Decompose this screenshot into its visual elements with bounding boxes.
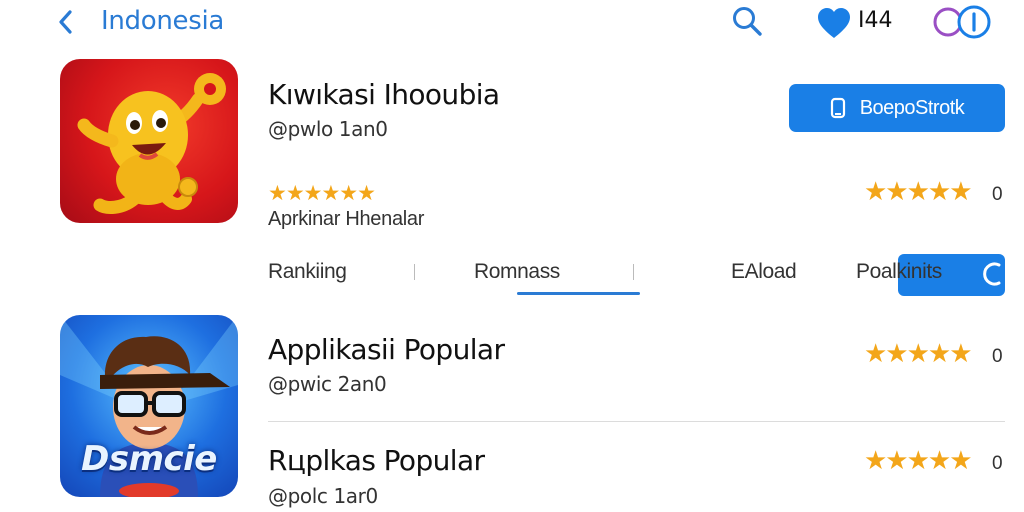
rating-stars: ★★★★★ bbox=[864, 338, 973, 368]
rating-stars: ★★★★★ bbox=[864, 445, 973, 475]
featured-app-category: Aprkinar Hhenalar bbox=[268, 208, 425, 230]
mascot-icon bbox=[77, 73, 226, 214]
rating-count: 0 bbox=[992, 346, 1003, 367]
back-button[interactable] bbox=[56, 4, 76, 40]
featured-app-subtitle: @pwlo 1an0 bbox=[268, 117, 388, 141]
get-app-button-label: BoepoStrotk bbox=[859, 96, 965, 119]
featured-small-stars: ★★★★★★ bbox=[268, 182, 376, 205]
list-item-subtitle: @polc 1ar0 bbox=[268, 484, 378, 508]
rating-count: 0 bbox=[992, 453, 1003, 474]
tab-romnass[interactable]: Romnass bbox=[474, 260, 560, 284]
tab-ranking[interactable]: Rankiing bbox=[268, 260, 347, 284]
tab-divider bbox=[633, 264, 634, 280]
list-item-subtitle: @pwic 2an0 bbox=[268, 372, 387, 396]
list-divider bbox=[268, 421, 1005, 422]
profile-icon[interactable] bbox=[930, 4, 994, 40]
chevron-left-icon bbox=[59, 10, 72, 34]
tab-eaload[interactable]: EAload bbox=[731, 260, 797, 284]
refresh-icon[interactable] bbox=[983, 259, 1005, 289]
get-app-button[interactable]: BoepoStrotk bbox=[789, 84, 1005, 132]
tab-selected-indicator bbox=[517, 292, 640, 295]
featured-app-icon[interactable] bbox=[60, 59, 238, 223]
list-app-icon[interactable]: Dsmcie bbox=[60, 315, 238, 497]
phone-icon bbox=[830, 97, 845, 119]
rating-count: 0 bbox=[992, 184, 1003, 205]
heart-icon[interactable] bbox=[816, 6, 852, 40]
page-title[interactable]: Indonesia bbox=[101, 6, 224, 36]
list-item-title[interactable]: Rцplkas Popular bbox=[268, 444, 485, 477]
featured-app-title[interactable]: Kıwıkasi Ihooubia bbox=[268, 78, 500, 111]
heart-count: I44 bbox=[858, 8, 893, 33]
list-item-title[interactable]: Applikasii Popular bbox=[268, 333, 505, 366]
tab-divider bbox=[414, 264, 415, 280]
tab-poalkinits[interactable]: Poalkinits bbox=[856, 260, 942, 284]
rating-stars: ★★★★★ bbox=[864, 176, 973, 206]
search-icon[interactable] bbox=[730, 4, 764, 38]
list-app-icon-text: Dsmcie bbox=[81, 439, 217, 479]
